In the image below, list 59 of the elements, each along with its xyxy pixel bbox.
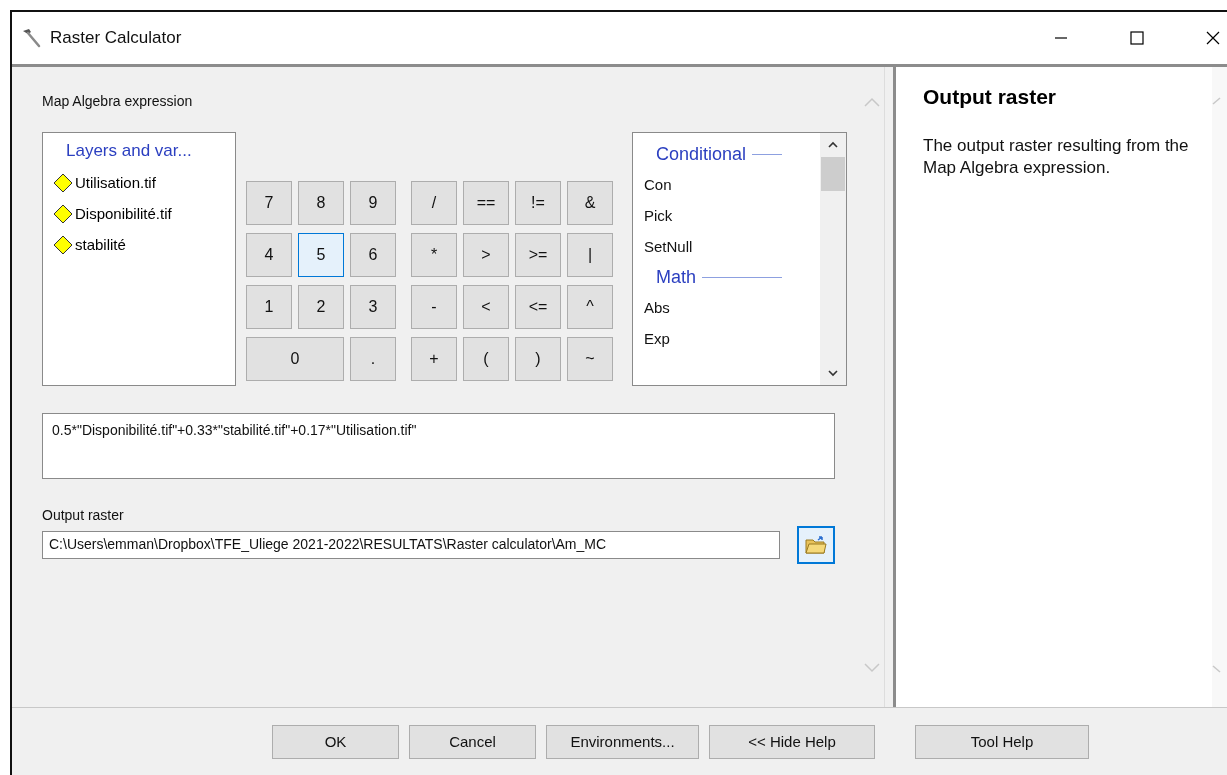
operator-button[interactable]: | [567, 233, 613, 277]
expression-field[interactable]: 0.5*"Disponibilité.tif"+0.33*"stabilité.tif"+0.17*"Utilisation.tif" [42, 413, 835, 479]
category-header: Conditional [656, 143, 747, 165]
dialog-button[interactable]: Cancel [409, 724, 536, 759]
key-button[interactable]: . [350, 337, 396, 381]
key-button[interactable]: 5 [298, 233, 344, 277]
expression-label: Map Algebra expression [42, 93, 194, 109]
operator-button[interactable]: * [411, 233, 457, 277]
function-item[interactable]: Abs [644, 292, 820, 323]
key-button[interactable]: 8 [298, 181, 344, 225]
layer-item[interactable]: stabilité [75, 236, 126, 253]
operator-button[interactable]: ^ [567, 285, 613, 329]
function-item[interactable]: Con [644, 169, 820, 200]
key-button[interactable]: 4 [246, 233, 292, 277]
folder-icon [805, 535, 827, 555]
category-header: Math [656, 266, 697, 288]
operator-button[interactable]: & [567, 181, 613, 225]
layer-item[interactable]: Disponibilité.tif [75, 205, 172, 222]
operator-button[interactable]: >= [515, 233, 561, 277]
close-icon[interactable] [1205, 30, 1221, 46]
operator-button[interactable]: == [463, 181, 509, 225]
output-label: Output raster [42, 507, 125, 523]
key-button[interactable]: 1 [246, 285, 292, 329]
browse-button[interactable] [797, 526, 835, 564]
scroll-thumb[interactable] [821, 157, 845, 191]
function-item[interactable]: Pick [644, 200, 820, 231]
maximize-icon[interactable] [1129, 30, 1145, 46]
key-button[interactable]: 2 [298, 285, 344, 329]
operator-button[interactable]: != [515, 181, 561, 225]
operator-button[interactable]: < [463, 285, 509, 329]
window-title: Raster Calculator [50, 28, 182, 48]
dialog-button[interactable]: OK [272, 724, 399, 759]
operator-button[interactable]: ~ [567, 337, 613, 381]
dialog-button[interactable]: << Hide Help [709, 724, 875, 759]
help-title: Output raster [923, 85, 1057, 109]
operator-button[interactable]: > [463, 233, 509, 277]
operator-button[interactable]: / [411, 181, 457, 225]
key-button[interactable]: 9 [350, 181, 396, 225]
operator-button[interactable]: ) [515, 337, 561, 381]
function-item[interactable]: SetNull [644, 231, 820, 262]
operator-button[interactable]: + [411, 337, 457, 381]
output-path-field[interactable]: C:\Users\emman\Dropbox\TFE_Uliege 2021-2022\RESULTATS\Raster calculator\Am_MC [42, 531, 780, 559]
key-button[interactable]: 3 [350, 285, 396, 329]
layer-item[interactable]: Utilisation.tif [75, 174, 156, 191]
dialog-button[interactable]: Tool Help [915, 724, 1089, 759]
function-item[interactable]: Exp [644, 323, 820, 354]
key-button[interactable]: 0 [246, 337, 344, 381]
diamond-icon [53, 234, 73, 255]
dialog-button[interactable]: Environments... [546, 724, 699, 759]
diamond-icon [53, 203, 73, 224]
help-text: The output raster resulting from the Map Algebra expression. [923, 135, 1190, 180]
list-header: Layers and var... [66, 141, 193, 161]
operator-button[interactable]: ( [463, 337, 509, 381]
scrollbar[interactable] [820, 133, 846, 385]
operator-button[interactable]: - [411, 285, 457, 329]
key-button[interactable]: 6 [350, 233, 396, 277]
key-button[interactable]: 7 [246, 181, 292, 225]
diamond-icon [53, 172, 73, 193]
operator-button[interactable]: <= [515, 285, 561, 329]
